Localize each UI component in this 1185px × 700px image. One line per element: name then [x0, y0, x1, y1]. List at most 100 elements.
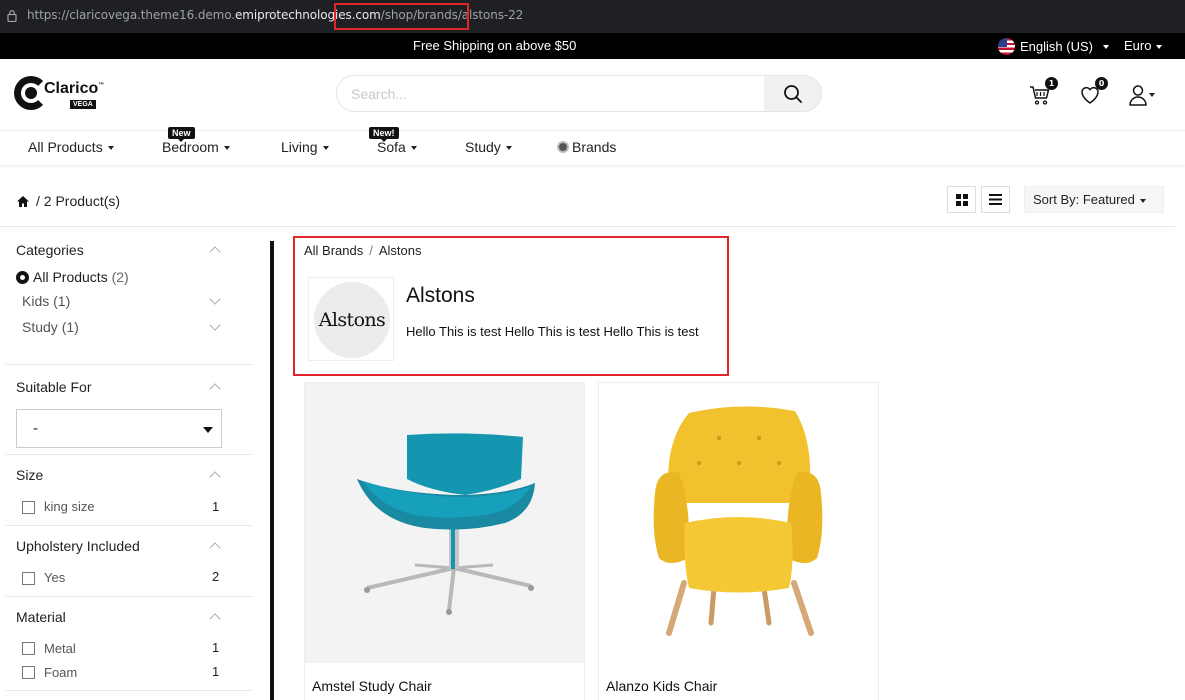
size-title: Size	[16, 467, 44, 483]
breadcrumb-separator: /	[369, 243, 373, 258]
brand-dot-icon	[557, 141, 569, 153]
brand-info-box: All Brands / Alstons Alstons Alstons Hello…	[293, 236, 729, 376]
logo-sub: VEGA	[70, 100, 96, 109]
product-count: / 2 Product(s)	[36, 193, 121, 209]
product-image-kids-chair[interactable]	[599, 383, 878, 663]
user-icon	[1129, 85, 1147, 106]
divider	[0, 226, 1175, 227]
shipping-message: Free Shipping on above $50	[413, 38, 577, 53]
divider	[6, 364, 252, 365]
currency-label: Euro	[1124, 38, 1152, 53]
nav-item-brands[interactable]: Brands	[557, 139, 616, 155]
site-header: Clarico™ VEGA 1 0	[0, 59, 1185, 130]
wishlist-count-badge: 0	[1095, 77, 1108, 90]
chevron-up-icon[interactable]	[209, 613, 221, 625]
brand-name: Alstons	[406, 284, 475, 307]
caret-down-icon	[1156, 44, 1163, 49]
radio-selected-icon	[16, 271, 29, 284]
chevron-up-icon[interactable]	[209, 542, 221, 554]
upholstery-option-count: 2	[212, 569, 220, 584]
sidebar-separator	[270, 241, 274, 700]
search-button[interactable]	[764, 76, 821, 111]
nav-item-sofa[interactable]: New! Sofa	[369, 127, 417, 155]
size-option-label: king size	[44, 499, 95, 514]
suitable-for-select[interactable]: -	[16, 409, 222, 448]
logo-dot	[25, 87, 37, 99]
grid-view-button[interactable]	[947, 186, 976, 213]
caret-down-icon	[322, 146, 329, 151]
home-icon[interactable]	[16, 195, 30, 208]
caret-down-icon	[107, 146, 114, 151]
product-name[interactable]: Alanzo Kids Chair	[606, 678, 717, 694]
brand-logo-text: Alstons	[314, 282, 390, 358]
product-card[interactable]: Amstel Study Chair	[304, 382, 585, 700]
upholstery-option-label: Yes	[44, 570, 66, 585]
size-option-count: 1	[212, 499, 220, 514]
cart-count-badge: 1	[1045, 77, 1058, 90]
caret-down-icon	[223, 146, 230, 151]
nav-item-all-products[interactable]: All Products	[28, 139, 114, 155]
search-bar	[336, 75, 822, 112]
dropdown-arrow-icon	[203, 427, 213, 433]
divider	[6, 690, 252, 691]
language-selector[interactable]: English (US)	[998, 38, 1109, 55]
material-option-label: Metal	[44, 641, 76, 656]
list-icon	[989, 194, 1002, 205]
nav-item-bedroom[interactable]: New Bedroom	[162, 127, 230, 155]
chevron-up-icon[interactable]	[209, 471, 221, 483]
divider	[6, 525, 252, 526]
caret-down-icon	[1102, 44, 1109, 49]
category-all-products[interactable]: All Products (2)	[16, 269, 129, 285]
material-option-count: 1	[212, 664, 220, 679]
category-kids[interactable]: Kids (1)	[22, 293, 70, 309]
material-title: Material	[16, 609, 66, 625]
new-tag: New!	[369, 127, 399, 142]
url-host-prefix: claricovega.theme16.demo.	[69, 8, 235, 22]
brand-breadcrumb: All Brands / Alstons	[304, 243, 422, 258]
product-name[interactable]: Amstel Study Chair	[312, 678, 432, 694]
breadcrumb-current: Alstons	[378, 243, 422, 258]
category-study[interactable]: Study (1)	[22, 319, 79, 335]
account-menu[interactable]	[1127, 83, 1161, 109]
material-metal-checkbox[interactable]	[22, 642, 35, 655]
chevron-down-icon[interactable]	[209, 293, 221, 305]
size-king-checkbox[interactable]	[22, 501, 35, 514]
divider	[6, 596, 252, 597]
list-view-button[interactable]	[981, 186, 1010, 213]
language-label: English (US)	[1020, 39, 1093, 54]
promo-bar: Free Shipping on above $50 English (US) …	[0, 33, 1185, 59]
site-logo[interactable]: Clarico™ VEGA	[14, 74, 104, 116]
chevron-up-icon[interactable]	[209, 246, 221, 258]
categories-title: Categories	[16, 242, 84, 258]
search-input[interactable]	[337, 76, 767, 111]
upholstery-title: Upholstery Included	[16, 538, 140, 554]
suitable-for-title: Suitable For	[16, 379, 92, 395]
url-protocol: https://	[27, 8, 70, 22]
caret-down-icon	[1149, 93, 1155, 97]
url-path-highlight	[334, 3, 469, 30]
caret-down-icon	[410, 146, 417, 151]
breadcrumb-all-brands[interactable]: All Brands	[304, 243, 363, 258]
material-foam-checkbox[interactable]	[22, 666, 35, 679]
product-card[interactable]: Alanzo Kids Chair	[598, 382, 879, 700]
wishlist-button[interactable]: 0	[1078, 77, 1108, 109]
sort-dropdown[interactable]: Sort By: Featured	[1024, 186, 1164, 213]
new-tag: New	[168, 127, 195, 142]
upholstery-yes-checkbox[interactable]	[22, 572, 35, 585]
nav-item-study[interactable]: Study	[465, 139, 512, 155]
divider	[6, 454, 252, 455]
chevron-down-icon[interactable]	[209, 319, 221, 331]
cart-button[interactable]: 1	[1028, 77, 1058, 109]
main-nav: All Products New Bedroom Living New! Sof…	[0, 127, 1185, 165]
breadcrumb: / 2 Product(s)	[16, 193, 120, 209]
brand-logo: Alstons	[308, 277, 394, 361]
chevron-up-icon[interactable]	[209, 383, 221, 395]
brand-description: Hello This is test Hello This is test He…	[406, 324, 699, 339]
logo-word: Clarico™	[44, 80, 105, 97]
lock-icon	[7, 10, 17, 22]
nav-item-living[interactable]: Living	[281, 139, 329, 155]
currency-selector[interactable]: Euro	[1124, 38, 1163, 53]
grid-icon	[955, 193, 968, 206]
caret-down-icon	[505, 146, 512, 151]
product-image-study-chair[interactable]	[305, 383, 584, 663]
